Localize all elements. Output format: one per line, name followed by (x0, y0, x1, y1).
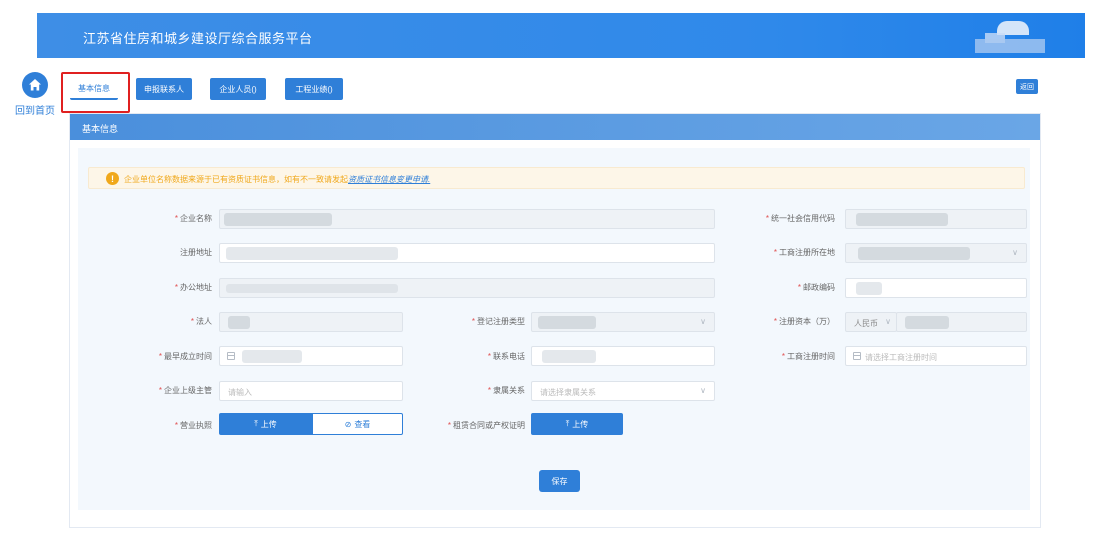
business-license-view-button[interactable]: ⊘ 查看 (312, 413, 403, 435)
business-reg-location-select[interactable]: ∨ (845, 243, 1027, 263)
chevron-down-icon: ∨ (700, 317, 706, 326)
business-reg-time-date[interactable]: 请选择工商注册时间 (845, 346, 1027, 366)
tab-staff[interactable]: 企业人员() (210, 78, 266, 100)
lease-contract-label: * 租赁合同或产权证明 (447, 421, 525, 430)
tab-performance[interactable]: 工程业绩() (285, 78, 343, 100)
postal-code-field[interactable] (845, 278, 1027, 298)
registered-capital-label: * 注册资本（万） (773, 317, 835, 326)
business-license-upload-button[interactable]: ⤒ 上传 (219, 413, 312, 435)
warning-icon: ! (106, 172, 119, 185)
registered-capital-field[interactable] (896, 312, 1027, 332)
platform-title: 江苏省住房和城乡建设厅综合服务平台 (83, 31, 313, 46)
phone-label: * 联系电话 (487, 352, 525, 361)
save-button[interactable]: 保存 (539, 470, 580, 492)
business-license-label: * 营业执照 (174, 421, 212, 430)
legal-person-label: * 法人 (190, 317, 212, 326)
chevron-down-icon: ∨ (885, 317, 891, 326)
calendar-icon (227, 352, 235, 360)
panel-header: 基本信息 (70, 114, 1040, 140)
affiliation-select[interactable]: 请选择隶属关系 ∨ (531, 381, 715, 401)
business-reg-location-label: * 工商注册所在地 (773, 248, 835, 257)
return-button[interactable]: 返回 (1016, 79, 1038, 94)
highlight-annotation (61, 72, 130, 113)
superior-authority-label: * 企业上级主管 (158, 386, 212, 395)
earliest-established-label: * 最早成立时间 (158, 352, 212, 361)
change-request-link[interactable]: 资质证书信息变更申请 (348, 175, 428, 184)
reg-address-field[interactable] (219, 243, 715, 263)
chevron-down-icon: ∨ (700, 386, 706, 395)
reg-address-label: 注册地址 (180, 248, 212, 257)
credit-code-label: * 统一社会信用代码 (765, 214, 835, 223)
currency-select[interactable]: 人民币 ∨ (845, 312, 897, 332)
upload-icon: ⤒ (565, 419, 570, 428)
business-reg-time-label: * 工商注册时间 (781, 352, 835, 361)
calendar-icon (853, 352, 861, 360)
tab-contact[interactable]: 申报联系人 (136, 78, 192, 100)
credit-code-field[interactable] (845, 209, 1027, 229)
earliest-established-date[interactable] (219, 346, 403, 366)
home-icon[interactable] (22, 72, 48, 98)
home-nav[interactable]: 回到首页 (10, 72, 60, 117)
superior-authority-field[interactable]: 请输入 (219, 381, 403, 401)
notice-text: 企业单位名称数据来源于已有资质证书信息，如有不一致请发起资质证书信息变更申请. (124, 175, 431, 184)
legal-person-field[interactable] (219, 312, 403, 332)
postal-code-label: * 邮政编码 (797, 283, 835, 292)
notice-banner: ! 企业单位名称数据来源于已有资质证书信息，如有不一致请发起资质证书信息变更申请… (88, 167, 1025, 189)
affiliation-label: * 隶属关系 (487, 386, 525, 395)
link-icon: ⊘ (344, 419, 352, 429)
registration-type-select[interactable]: ∨ (531, 312, 715, 332)
company-name-field[interactable] (219, 209, 715, 229)
upload-icon: ⤒ (254, 419, 258, 428)
office-address-field[interactable] (219, 278, 715, 298)
registration-type-label: * 登记注册类型 (471, 317, 525, 326)
lease-contract-upload-button[interactable]: ⤒ 上传 (531, 413, 623, 435)
office-address-label: * 办公地址 (174, 283, 212, 292)
phone-field[interactable] (531, 346, 715, 366)
user-avatar-area[interactable] (975, 21, 1055, 53)
chevron-down-icon: ∨ (1012, 248, 1018, 257)
top-header: 江苏省住房和城乡建设厅综合服务平台 (37, 13, 1085, 58)
company-name-label: * 企业名称 (174, 214, 212, 223)
home-label[interactable]: 回到首页 (10, 102, 60, 117)
panel-title: 基本信息 (82, 124, 119, 134)
